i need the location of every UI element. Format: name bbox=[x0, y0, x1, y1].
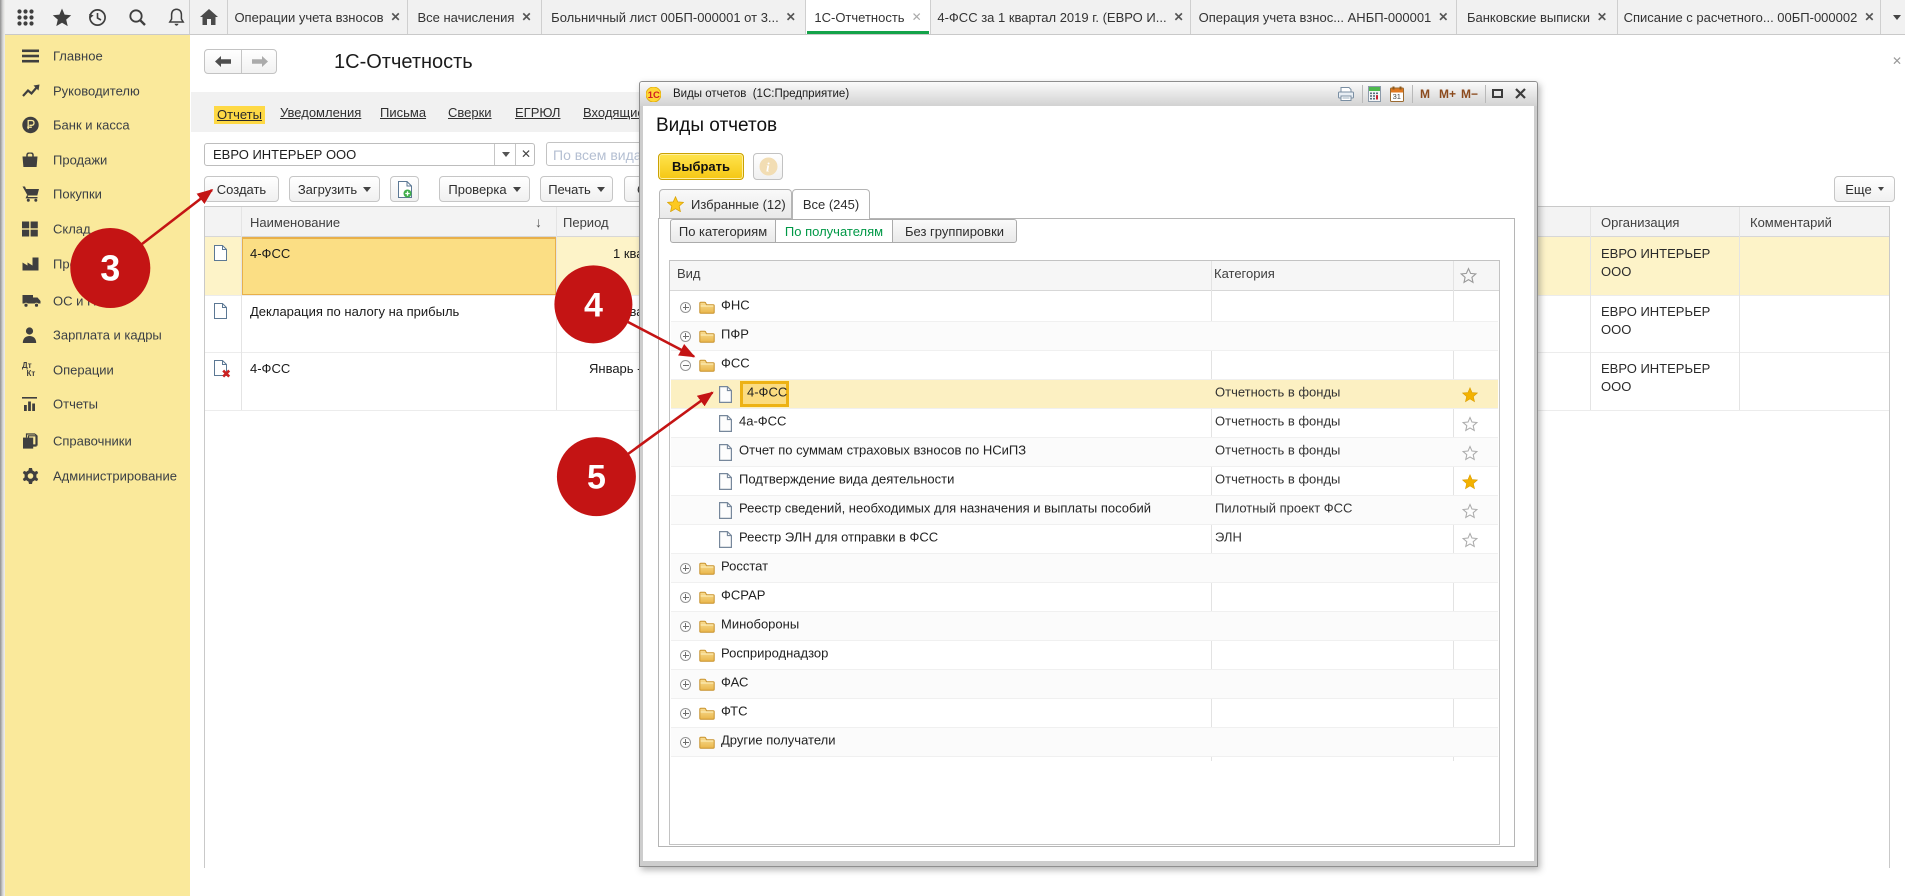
svg-text:i: i bbox=[766, 160, 770, 175]
svg-text:1С: 1С bbox=[648, 90, 660, 101]
svg-text:31: 31 bbox=[1393, 92, 1401, 101]
